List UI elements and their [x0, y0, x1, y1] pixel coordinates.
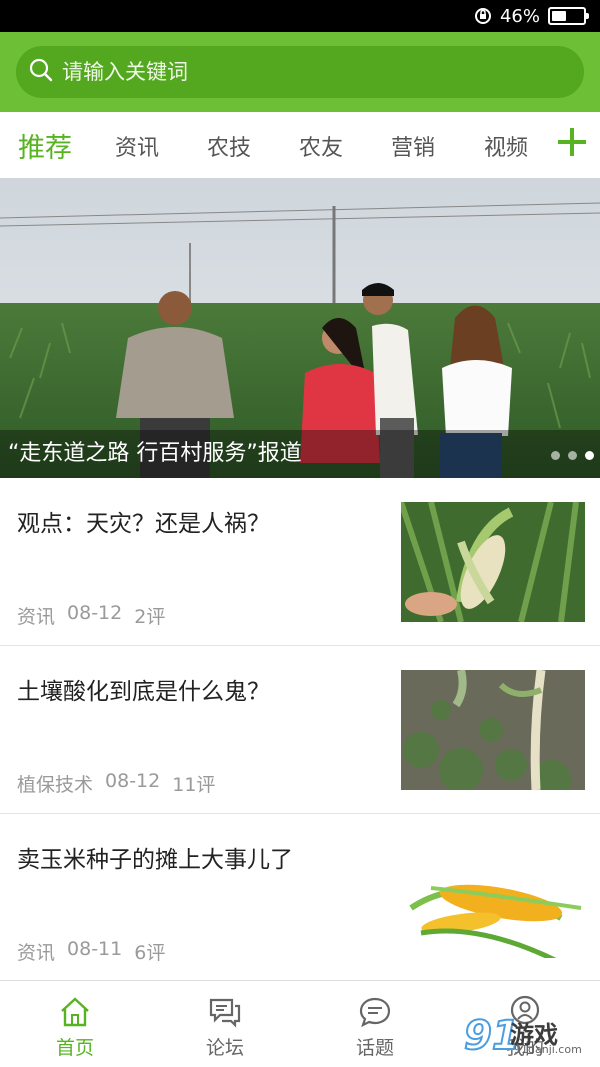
tab-news[interactable]: 资讯 — [115, 130, 159, 162]
battery-percentage: 46% — [499, 5, 540, 27]
news-list: 观点：天灾？还是人祸？ 资讯 08-12 2评 土壤酸化到底是什么鬼？ 植保技术… — [0, 478, 600, 982]
banner-carousel[interactable]: “走东道之路 行百村服务”报道 — [0, 178, 600, 478]
nav-home[interactable]: 首页 — [0, 981, 150, 1067]
carousel-dot[interactable] — [568, 451, 577, 460]
carousel-dot-active[interactable] — [585, 451, 594, 460]
search-icon — [28, 57, 54, 87]
category-tabs: 推荐 资讯 农技 农友 营销 视频 — [0, 112, 600, 178]
search-bar[interactable] — [16, 46, 584, 98]
news-meta: 资讯 08-11 6评 — [17, 938, 165, 965]
news-date: 08-11 — [67, 938, 123, 960]
home-icon — [61, 997, 89, 1027]
news-category: 资讯 — [17, 606, 56, 628]
carousel-dot[interactable] — [551, 451, 560, 460]
news-thumbnail — [401, 670, 585, 790]
news-item[interactable]: 土壤酸化到底是什么鬼？ 植保技术 08-12 11评 — [0, 646, 600, 814]
news-thumbnail — [401, 838, 585, 958]
news-meta: 资讯 08-12 2评 — [17, 602, 165, 629]
search-header — [0, 32, 600, 112]
news-comments: 6评 — [134, 942, 166, 964]
search-input[interactable] — [62, 60, 542, 84]
news-title: 卖玉米种子的摊上大事儿了 — [17, 847, 293, 873]
add-tab-icon[interactable] — [558, 128, 586, 156]
tab-video[interactable]: 视频 — [484, 130, 528, 162]
news-date: 08-12 — [67, 602, 123, 624]
tab-marketing[interactable]: 营销 — [391, 130, 435, 162]
nav-label: 话题 — [355, 1037, 394, 1059]
news-date: 08-12 — [105, 770, 161, 792]
banner-caption: “走东道之路 行百村服务”报道 — [0, 430, 600, 478]
watermark-logo: 91 游戏 91danji.com — [463, 1011, 596, 1061]
news-title: 土壤酸化到底是什么鬼？ — [17, 679, 270, 705]
nav-label: 论坛 — [205, 1037, 244, 1059]
news-item[interactable]: 卖玉米种子的摊上大事儿了 资讯 08-11 6评 — [0, 814, 600, 982]
forum-icon — [209, 998, 241, 1028]
news-category: 资讯 — [17, 942, 56, 964]
rotation-lock-icon — [474, 7, 492, 25]
news-category: 植保技术 — [17, 774, 94, 796]
carousel-indicators — [551, 451, 594, 460]
nav-topic[interactable]: 话题 — [300, 981, 450, 1067]
news-meta: 植保技术 08-12 11评 — [17, 770, 215, 797]
news-thumbnail — [401, 502, 585, 622]
tab-farmers[interactable]: 农友 — [299, 130, 343, 162]
topic-icon — [359, 997, 391, 1028]
battery-icon — [548, 7, 589, 25]
news-item[interactable]: 观点：天灾？还是人祸？ 资讯 08-12 2评 — [0, 478, 600, 646]
watermark-url: 91danji.com — [514, 1043, 582, 1056]
tab-recommend[interactable]: 推荐 — [18, 126, 72, 165]
news-comments: 11评 — [172, 774, 216, 796]
nav-label: 首页 — [55, 1037, 94, 1059]
news-title: 观点：天灾？还是人祸？ — [17, 511, 270, 537]
nav-forum[interactable]: 论坛 — [150, 981, 300, 1067]
tab-farming-tech[interactable]: 农技 — [207, 130, 251, 162]
status-bar: 46% — [0, 0, 600, 32]
news-comments: 2评 — [134, 606, 166, 628]
